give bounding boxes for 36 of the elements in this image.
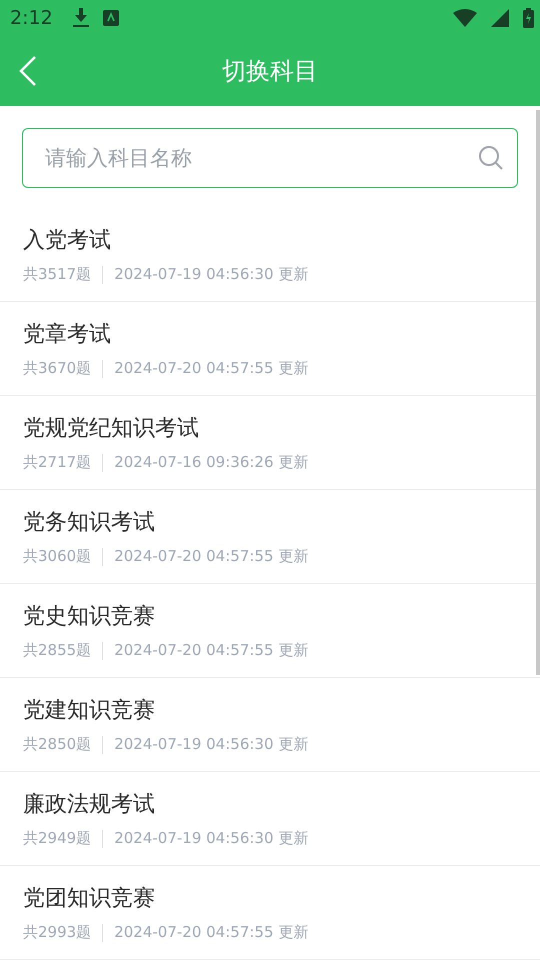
download-icon <box>72 8 89 28</box>
subject-name: 党建知识竞赛 <box>23 697 156 726</box>
wifi-icon <box>453 9 477 27</box>
status-time: 2:12 <box>10 7 53 29</box>
question-count: 共2850题 <box>23 735 92 754</box>
question-count: 共3517题 <box>23 265 92 284</box>
update-time: 2024-07-19 04:56:30 更新 <box>114 829 308 848</box>
search-field[interactable]: 请输入科目名称 <box>22 128 518 188</box>
subject-name: 廉政法规考试 <box>23 791 156 820</box>
question-count: 共2949题 <box>23 829 92 848</box>
update-time: 2024-07-20 04:57:55 更新 <box>114 359 308 378</box>
subject-name: 党团知识竞赛 <box>23 885 156 914</box>
battery-icon <box>523 8 534 28</box>
signal-icon <box>491 9 509 27</box>
update-time: 2024-07-20 04:57:55 更新 <box>114 641 308 660</box>
update-time: 2024-07-20 04:57:55 更新 <box>114 923 308 942</box>
update-time: 2024-07-19 04:56:30 更新 <box>114 735 308 754</box>
question-count: 共3060题 <box>23 547 92 566</box>
subject-name: 党规党纪知识考试 <box>23 415 200 444</box>
update-time: 2024-07-20 04:57:55 更新 <box>114 547 308 566</box>
keyboard-icon <box>102 10 119 26</box>
subject-name: 入党考试 <box>23 227 112 256</box>
question-count: 共2717题 <box>23 453 92 472</box>
question-count: 共3670题 <box>23 359 92 378</box>
subject-name: 党史知识竞赛 <box>23 603 156 632</box>
subject-item[interactable]: 廉政法规考试 共2949题 2024-07-19 04:56:30 更新 <box>0 772 540 866</box>
page-title: 切换科目 <box>222 56 318 88</box>
subject-name: 党章考试 <box>23 321 112 350</box>
subject-item[interactable]: 党团知识竞赛 共2993题 2024-07-20 04:57:55 更新 <box>0 866 540 960</box>
subject-name: 党务知识考试 <box>23 509 156 538</box>
question-count: 共2993题 <box>23 923 92 942</box>
subject-item[interactable]: 党建知识竞赛 共2850题 2024-07-19 04:56:30 更新 <box>0 678 540 772</box>
update-time: 2024-07-19 04:56:30 更新 <box>114 265 308 284</box>
search-icon[interactable] <box>478 145 504 172</box>
update-time: 2024-07-16 09:36:26 更新 <box>114 453 308 472</box>
question-count: 共2855题 <box>23 641 92 660</box>
